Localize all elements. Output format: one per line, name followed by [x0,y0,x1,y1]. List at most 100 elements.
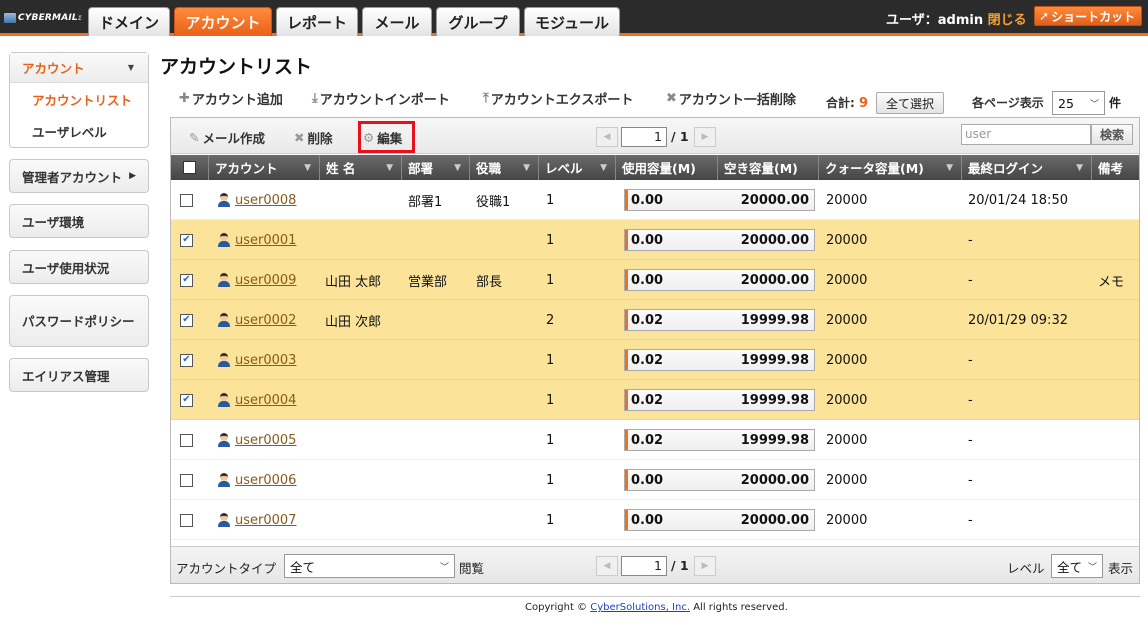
row-checkbox[interactable] [180,513,193,527]
tab-group[interactable]: グループ [436,7,520,36]
account-link[interactable]: user0001 [235,233,296,248]
sidebar-item-user-level[interactable]: ユーザレベル [10,115,148,147]
tab-account[interactable]: アカウント [174,7,272,36]
account-link[interactable]: user0009 [235,273,296,288]
used-value: 0.02 [631,312,664,328]
header-level[interactable]: レベル ▼ [539,155,616,180]
table-row[interactable]: ✔ user0009 山田 太郎 営業部 部長 1 0.00 20000.00 20000 - メモ [171,260,1139,300]
compose-mail-button[interactable]: ✎ メール作成 [189,128,265,147]
header-free[interactable]: 空き容量(M) [718,155,819,180]
sidebar-item-alias[interactable]: エイリアス管理 [9,358,149,392]
free-value: 19999.98 [740,352,809,368]
footer-prev-page-button[interactable]: ◀ [596,556,618,576]
logout-link[interactable]: 閉じる [988,13,1027,28]
table-row[interactable]: ✔ user0001 1 0.00 20000.00 20000 - [171,220,1139,260]
table-row[interactable]: ✔ user0002 山田 次郎 2 0.02 19999.98 20000 20/01/29… [171,300,1139,340]
row-checkbox[interactable] [180,473,193,487]
tab-domain[interactable]: ドメイン [88,7,170,36]
table-row[interactable]: user0006 1 0.00 20000.00 20000 - [171,460,1139,500]
add-account-button[interactable]: ✚ アカウント追加 [179,89,283,108]
last-login-cell: 20/01/29 09:32 [968,312,1068,328]
account-type-select[interactable]: 全て ﹀ [284,554,455,578]
header-account[interactable]: アカウント ▼ [209,155,320,180]
name-cell: 山田 太郎 [325,274,382,290]
user-icon [217,313,230,327]
view-button[interactable]: 閲覧 [459,558,484,577]
table-row[interactable]: user0005 1 0.02 19999.98 20000 - [171,420,1139,460]
per-page-select[interactable]: 25 ﹀ [1052,91,1105,115]
used-value: 0.00 [631,512,664,528]
usage-bar: 0.02 19999.98 [624,429,815,451]
shortcut-button[interactable]: ➚ ショートカット [1034,6,1142,26]
sidebar-item-admin-account[interactable]: 管理者アカウント ▶ [9,159,149,193]
footer-page-input[interactable]: 1 [621,556,667,576]
last-login-cell: - [968,352,973,368]
sidebar-item-user-usage[interactable]: ユーザ使用状況 [9,250,149,284]
row-checkbox[interactable] [180,433,193,447]
export-account-button[interactable]: ⤒ アカウントエクスポート [483,89,633,108]
sort-icon: ▼ [1076,162,1083,173]
row-checkbox[interactable] [180,193,193,207]
used-value: 0.00 [631,192,664,208]
copyright-link[interactable]: CyberSolutions, Inc. [590,602,690,613]
header-note[interactable]: 備考 [1092,155,1139,180]
select-all-button[interactable]: 全て選択 [876,92,944,114]
account-link[interactable]: user0003 [235,353,296,368]
free-value: 20000.00 [740,192,809,208]
import-account-button[interactable]: ⤓ アカウントインポート [312,89,450,108]
row-checkbox[interactable]: ✔ [180,313,193,327]
account-cell: user0004 [217,380,296,420]
tab-report[interactable]: レポート [276,7,358,36]
page-input[interactable]: 1 [621,127,667,147]
free-value: 20000.00 [740,512,809,528]
account-link[interactable]: user0006 [235,473,296,488]
header-role[interactable]: 役職 ▼ [470,155,539,180]
tab-module[interactable]: モジュール [524,7,620,36]
account-cell: user0009 [217,260,296,300]
search-input[interactable]: user [961,124,1091,145]
account-link[interactable]: user0002 [235,313,296,328]
header-quota[interactable]: クォータ容量(M) ▼ [819,155,962,180]
table-row[interactable]: user0007 1 0.00 20000.00 20000 - [171,500,1139,540]
row-checkbox[interactable]: ✔ [180,273,193,287]
row-checkbox[interactable]: ✔ [180,353,193,367]
header-used[interactable]: 使用容量(M) [616,155,718,180]
last-login-cell: - [968,432,973,448]
row-checkbox-cell [180,500,193,540]
tab-mail[interactable]: メール [362,7,432,36]
column-header: アカウント ▼ 姓 名 ▼ 部署 ▼ 役職 ▼ レベル ▼ 使用容量(M) 空き容量(M)… [171,155,1139,180]
show-button[interactable]: 表示 [1108,558,1133,577]
footer-next-page-button[interactable]: ▶ [694,556,716,576]
usage-fill [625,430,628,450]
sidebar-item-account-list[interactable]: アカウントリスト [10,83,148,115]
level-select[interactable]: 全て ﹀ [1051,554,1103,578]
last-login-cell: - [968,512,973,528]
footer-divider [170,596,1140,597]
header-department[interactable]: 部署 ▼ [402,155,470,180]
sidebar-account-head[interactable]: アカウント ▼ [10,53,148,83]
header-last-login[interactable]: 最終ログイン ▼ [962,155,1092,180]
usage-bar: 0.02 19999.98 [624,309,815,331]
row-checkbox[interactable]: ✔ [180,393,193,407]
header-name[interactable]: 姓 名 ▼ [320,155,402,180]
account-link[interactable]: user0004 [235,393,296,408]
bulk-delete-button[interactable]: ✖ アカウント一括削除 [666,89,796,108]
table-row[interactable]: ✔ user0003 1 0.02 19999.98 20000 - [171,340,1139,380]
account-link[interactable]: user0008 [235,193,296,208]
level-cell: 1 [546,352,555,368]
last-login-cell: - [968,272,973,288]
select-all-checkbox[interactable] [183,161,196,174]
row-checkbox[interactable]: ✔ [180,233,193,247]
prev-page-button[interactable]: ◀ [596,127,618,147]
sidebar-item-password-policy[interactable]: パスワードポリシー [9,295,149,347]
table-row[interactable]: ✔ user0004 1 0.02 19999.98 20000 - [171,380,1139,420]
account-link[interactable]: user0005 [235,433,296,448]
account-cell: user0003 [217,340,296,380]
table-row[interactable]: user0008 部署1 役職1 1 0.00 20000.00 20000 20/01/24… [171,180,1139,220]
next-page-button[interactable]: ▶ [694,127,716,147]
delete-button[interactable]: ✖ 削除 [294,128,333,147]
account-link[interactable]: user0007 [235,513,296,528]
sort-icon: ▼ [304,162,311,173]
search-button[interactable]: 検索 [1091,124,1133,145]
sidebar-item-user-environment[interactable]: ユーザ環境 [9,204,149,238]
